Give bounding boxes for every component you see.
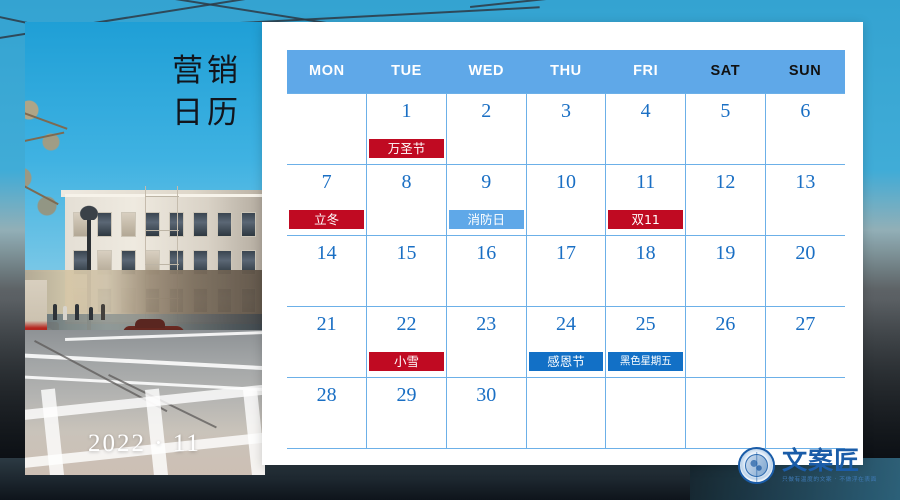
calendar-day-cell[interactable]: 29	[366, 376, 447, 449]
calendar-day-cell[interactable]: 10	[525, 163, 607, 236]
day-number: 16	[476, 241, 497, 264]
day-number: 8	[401, 170, 412, 193]
calendar-day-cell[interactable]: 5	[685, 92, 766, 165]
calendar-card: MON TUE WED THU FRI SAT SUN 1 万圣节 2 3 4 5 6 7 立冬…	[262, 22, 863, 465]
calendar-week-row: 7 立冬 8 9 消防日 10 11 双11 12 13	[287, 163, 845, 236]
weekday-header-tue: TUE	[366, 50, 447, 93]
brand-logo: 文案匠 只做有温度的文案 · 不做浮在表面	[738, 447, 882, 484]
day-number: 27	[795, 312, 816, 335]
calendar-day-cell[interactable]: 1 万圣节	[366, 92, 447, 165]
day-number: 1	[401, 99, 412, 122]
calendar-day-cell[interactable]: 21	[287, 305, 368, 378]
calendar-body: 1 万圣节 2 3 4 5 6 7 立冬 8 9 消防日 10 11 双11 12 13 14 15 16 17 18 19…	[287, 92, 845, 449]
day-number: 30	[476, 383, 497, 406]
calendar-day-cell[interactable]: 24 感恩节	[525, 305, 607, 378]
day-number: 22	[396, 312, 417, 335]
event-badge[interactable]: 小雪	[369, 351, 444, 371]
day-number: 13	[795, 170, 816, 193]
pedestrians	[51, 294, 111, 320]
day-number: 25	[635, 312, 656, 335]
calendar-day-cell[interactable]: 27	[764, 305, 845, 378]
calendar-week-row: 21 22 小雪 23 24 感恩节 25 黑色星期五 26 27	[287, 305, 845, 378]
day-number: 7	[321, 170, 332, 193]
day-number: 6	[800, 99, 811, 122]
calendar-week-row: 1 万圣节 2 3 4 5 6	[287, 92, 845, 165]
event-badge[interactable]: 立冬	[289, 209, 365, 229]
calendar-day-cell[interactable]: 8	[366, 163, 447, 236]
calendar-day-cell[interactable]: 7 立冬	[287, 163, 368, 236]
day-number: 11	[636, 170, 656, 193]
brand-tagline: 只做有温度的文案 · 不做浮在表面	[782, 476, 878, 483]
calendar-day-cell[interactable]: 2	[445, 92, 527, 165]
calendar-day-cell[interactable]: 16	[445, 234, 527, 307]
day-number: 12	[715, 170, 736, 193]
calendar-day-cell[interactable]: 19	[685, 234, 766, 307]
calendar-day-cell[interactable]: 28	[287, 376, 368, 449]
day-number: 17	[555, 241, 576, 264]
calendar-day-cell[interactable]: 12	[685, 163, 766, 236]
calendar-table: MON TUE WED THU FRI SAT SUN 1 万圣节 2 3 4 5 6 7 立冬…	[287, 50, 845, 449]
brand-name: 文案匠	[782, 445, 861, 475]
calendar-empty-cell	[764, 376, 845, 449]
calendar-week-row: 28 29 30	[287, 376, 845, 449]
calendar-day-cell[interactable]: 11 双11	[605, 163, 687, 236]
calendar-empty-cell	[287, 92, 368, 165]
day-number: 26	[715, 312, 736, 335]
weekday-header-sun: SUN	[765, 50, 845, 93]
day-number: 9	[481, 170, 492, 193]
calendar-day-cell[interactable]: 25 黑色星期五	[605, 305, 687, 378]
event-badge[interactable]: 黑色星期五	[608, 351, 684, 371]
day-number: 23	[476, 312, 497, 335]
brand-wordmark: 文案匠 只做有温度的文案 · 不做浮在表面	[782, 445, 882, 483]
calendar-day-cell[interactable]: 26	[685, 305, 766, 378]
day-number: 19	[715, 241, 736, 264]
calendar-day-cell[interactable]: 18	[605, 234, 687, 307]
calendar-header-row: MON TUE WED THU FRI SAT SUN	[287, 50, 845, 93]
day-number: 18	[635, 241, 656, 264]
weekday-header-fri: FRI	[605, 50, 686, 93]
brand-emblem-icon	[738, 447, 776, 484]
calendar-week-row: 14 15 16 17 18 19 20	[287, 234, 845, 307]
weekday-header-thu: THU	[526, 50, 606, 93]
weekday-header-wed: WED	[446, 50, 527, 93]
day-number: 21	[316, 312, 337, 335]
event-badge[interactable]: 感恩节	[528, 351, 604, 371]
day-number: 15	[396, 241, 417, 264]
calendar-day-cell[interactable]: 4	[605, 92, 687, 165]
day-number: 24	[555, 312, 576, 335]
day-number: 5	[720, 99, 731, 122]
calendar-day-cell[interactable]: 9 消防日	[445, 163, 527, 236]
event-badge[interactable]: 双11	[608, 209, 684, 229]
day-number: 29	[396, 383, 417, 406]
event-badge[interactable]: 万圣节	[369, 138, 444, 158]
calendar-day-cell[interactable]: 22 小雪	[366, 305, 447, 378]
calendar-empty-cell	[685, 376, 766, 449]
calendar-empty-cell	[525, 376, 607, 449]
day-number: 3	[560, 99, 571, 122]
day-number: 20	[795, 241, 816, 264]
poster-canvas: 营销 日历 2022 · 11 MON TUE WED THU FRI SAT …	[0, 0, 900, 500]
calendar-empty-cell	[605, 376, 687, 449]
calendar-day-cell[interactable]: 20	[764, 234, 845, 307]
calendar-day-cell[interactable]: 30	[445, 376, 527, 449]
calendar-day-cell[interactable]: 23	[445, 305, 527, 378]
calendar-day-cell[interactable]: 14	[287, 234, 368, 307]
calendar-day-cell[interactable]: 15	[366, 234, 447, 307]
calendar-day-cell[interactable]: 13	[764, 163, 845, 236]
calendar-day-cell[interactable]: 3	[525, 92, 607, 165]
day-number: 14	[316, 241, 337, 264]
weekday-header-mon: MON	[287, 50, 367, 93]
day-number: 2	[481, 99, 492, 122]
event-badge[interactable]: 消防日	[448, 209, 524, 229]
day-number: 28	[316, 383, 337, 406]
year-month-caption: 2022 · 11	[88, 430, 201, 457]
calendar-day-cell[interactable]: 6	[764, 92, 845, 165]
day-number: 10	[555, 170, 576, 193]
calendar-day-cell[interactable]: 17	[525, 234, 607, 307]
day-number: 4	[640, 99, 651, 122]
weekday-header-sat: SAT	[685, 50, 766, 93]
